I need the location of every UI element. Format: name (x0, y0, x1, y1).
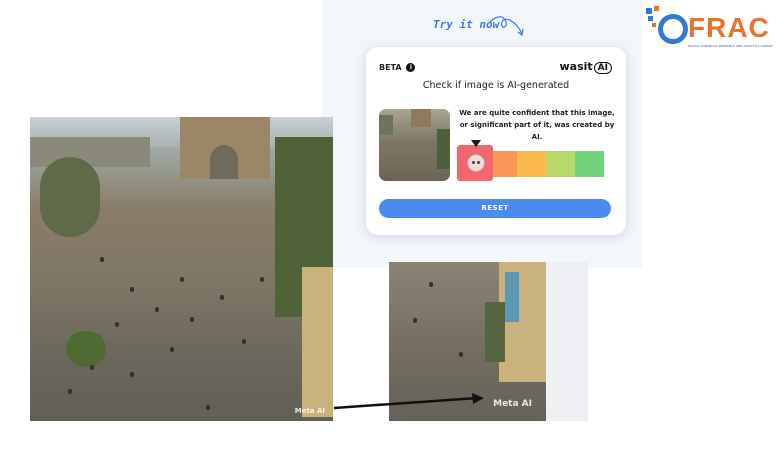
ai-detector-card: BETA i wasit AI Check if image is AI-gene… (366, 47, 626, 235)
building-right (302, 267, 333, 417)
wasitai-logo: wasit AI (559, 60, 612, 74)
logo-pixel (648, 16, 653, 21)
logo-ai: AI (593, 62, 612, 74)
monument-arch (210, 145, 238, 179)
robot-eye (477, 161, 480, 164)
logo-pixel (646, 8, 652, 14)
person (155, 307, 159, 312)
person (206, 405, 210, 410)
thumb-monument (411, 109, 431, 127)
meta-ai-watermark: Meta AI (294, 407, 325, 415)
person (68, 389, 72, 394)
magnifier-icon (658, 14, 688, 44)
marker-pointer-icon (471, 140, 481, 147)
person (429, 282, 433, 287)
meta-ai-watermark: Meta AI (493, 399, 532, 409)
logo-pixel (652, 23, 656, 27)
person (100, 257, 104, 262)
person (90, 365, 94, 370)
curly-arrow-icon (489, 16, 524, 37)
thumb-trees (379, 115, 393, 135)
logo-pixel (654, 6, 659, 11)
beta-label: BETA (379, 63, 402, 72)
brand-name: FRAC (688, 12, 770, 43)
scale-segment (575, 151, 604, 177)
robot-eye (472, 161, 475, 164)
thumb-trees (437, 129, 450, 169)
tree-in-water (66, 331, 106, 367)
person (180, 277, 184, 282)
flood-photo-left: Meta AI (30, 117, 333, 421)
plants (485, 302, 505, 362)
person (242, 339, 246, 344)
scale-segment (517, 151, 546, 177)
pointer-arrow-icon (333, 393, 484, 410)
reset-button[interactable]: RESET (379, 199, 611, 218)
frac-logo: FRAC DIGITAL FORENSICS RESEARCH AND ANAL… (646, 6, 773, 52)
logo-text: wasit (559, 60, 593, 73)
uploaded-image-thumbnail (379, 109, 450, 181)
person (260, 277, 264, 282)
person (190, 317, 194, 322)
scale-segment (546, 151, 575, 177)
trees-left (40, 157, 100, 237)
person (130, 372, 134, 377)
brand-tagline: DIGITAL FORENSICS RESEARCH AND ANALYTICS… (688, 44, 773, 48)
blue-shutter (505, 272, 519, 322)
person (115, 322, 119, 327)
person (220, 295, 224, 300)
beta-badge: BETA i (379, 63, 416, 72)
person (459, 352, 463, 357)
crop-side-panel (546, 262, 588, 421)
person (130, 287, 134, 292)
person (413, 318, 417, 323)
person (170, 347, 174, 352)
info-icon[interactable]: i (406, 63, 416, 72)
buildings-left (30, 137, 150, 167)
verdict-text: We are quite confident that this image, … (459, 109, 615, 141)
card-title: Check if image is AI-generated (422, 80, 570, 91)
robot-face-icon (467, 154, 485, 172)
